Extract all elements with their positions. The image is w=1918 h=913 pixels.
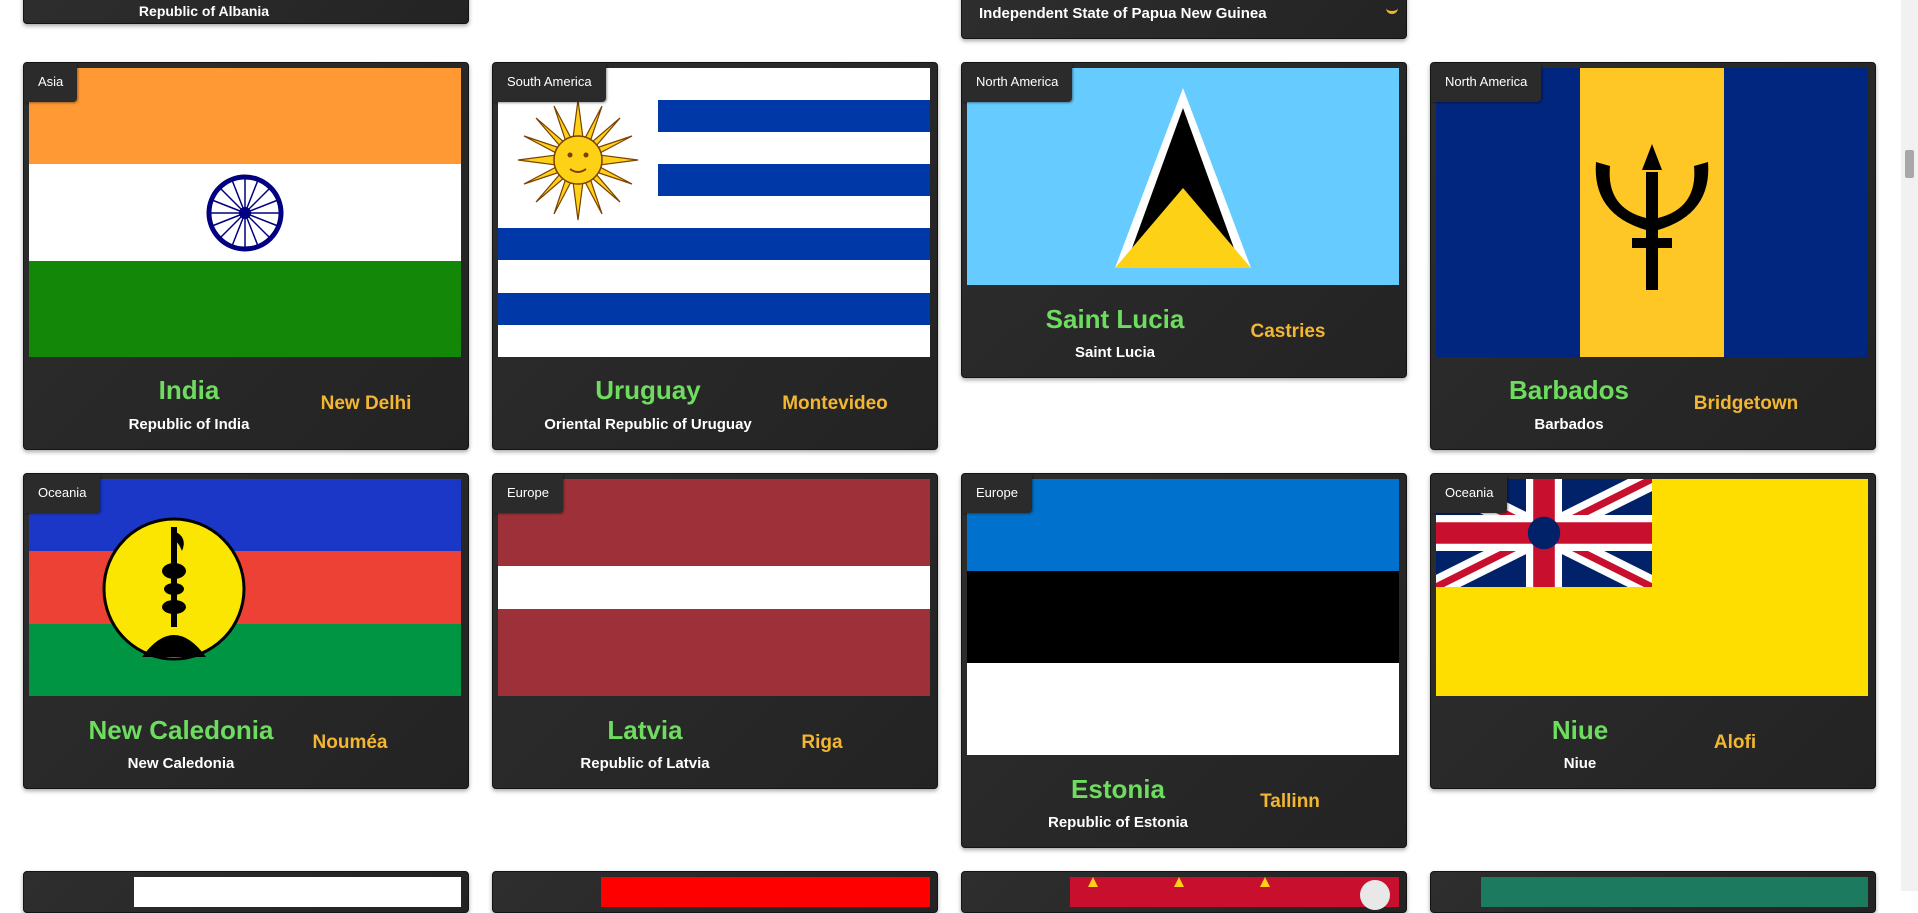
- barbados-flag: [1436, 68, 1868, 357]
- country-card-partial[interactable]: Republic of Albania: [23, 0, 469, 24]
- capital-name: Alofi: [1713, 732, 1757, 753]
- capital-name: Tallinn: [1260, 791, 1320, 812]
- region-badge: Europe: [962, 474, 1032, 513]
- india-flag: [29, 68, 461, 357]
- uruguay-flag: [498, 68, 930, 357]
- country-card-partial[interactable]: [23, 871, 469, 913]
- capital-name: Castries: [1250, 321, 1326, 342]
- region-badge: Europe: [493, 474, 563, 513]
- country-card-partial[interactable]: [961, 871, 1407, 913]
- official-name: Republic of Estonia: [1047, 814, 1188, 831]
- country-card[interactable]: North America Saint Lucia Saint Lucia Ca…: [961, 62, 1407, 378]
- capital-fragment: [1386, 1, 1398, 14]
- region-badge: Oceania: [24, 474, 101, 513]
- capital-name: New Delhi: [320, 393, 412, 414]
- country-card-partial[interactable]: [492, 871, 938, 913]
- official-name: Republic of India: [128, 416, 250, 433]
- chakra-icon: [206, 174, 284, 252]
- official-name: Niue: [1563, 755, 1597, 772]
- region-badge: Oceania: [1431, 474, 1508, 513]
- country-card[interactable]: Europe Latvia Republic of Latvia Riga: [492, 473, 938, 789]
- country-card-partial[interactable]: Independent State of Papua New Guinea: [961, 0, 1407, 39]
- country-card[interactable]: Oceania New Caledonia New Caledonia Noum…: [23, 473, 469, 789]
- flag-partial: [1481, 877, 1868, 907]
- capital-name: Bridgetown: [1693, 393, 1799, 414]
- country-name: Barbados: [1509, 375, 1629, 405]
- latvia-flag: [498, 479, 930, 696]
- country-name: Uruguay: [595, 375, 701, 405]
- capital-name: Riga: [801, 732, 843, 753]
- country-card[interactable]: South America Uruguay Oriental Republic …: [492, 62, 938, 450]
- country-card[interactable]: Europe Estonia Republic of Estonia Talli…: [961, 473, 1407, 848]
- trident-icon: [1595, 144, 1709, 290]
- official-name: Barbados: [1534, 416, 1604, 433]
- sun-of-may-icon: [517, 99, 639, 221]
- official-name: Independent State of Papua New Guinea: [979, 5, 1267, 22]
- estonia-flag: [967, 479, 1399, 755]
- country-name: India: [158, 375, 220, 405]
- country-card[interactable]: Asia India Republic of India New Delhi: [23, 62, 469, 450]
- region-badge: North America: [962, 63, 1073, 102]
- region-badge: South America: [493, 63, 606, 102]
- flag-partial: [601, 877, 930, 907]
- saint-lucia-triangles-icon: [1115, 88, 1251, 268]
- region-badge: North America: [1431, 63, 1542, 102]
- official-name: Oriental Republic of Uruguay: [544, 416, 752, 433]
- country-card-partial[interactable]: [1430, 871, 1876, 913]
- flag-partial: [1070, 877, 1399, 910]
- kanak-emblem-icon: [102, 517, 246, 661]
- country-card[interactable]: North America Barbados Barbados Bridgeto…: [1430, 62, 1876, 450]
- flag-partial: [134, 877, 461, 907]
- official-name: Saint Lucia: [1074, 344, 1156, 361]
- capital-name: Montevideo: [782, 393, 888, 414]
- vertical-scrollbar[interactable]: [1901, 0, 1918, 891]
- country-card[interactable]: Oceania Niue Niue Alofi: [1430, 473, 1876, 789]
- country-name: Latvia: [607, 715, 683, 745]
- official-name: New Caledonia: [127, 755, 235, 772]
- official-name: Republic of Latvia: [580, 755, 710, 772]
- capital-name: Nouméa: [312, 732, 388, 753]
- region-badge: Asia: [24, 63, 78, 102]
- official-name: Republic of Albania: [138, 3, 270, 19]
- scrollbar-thumb[interactable]: [1905, 150, 1914, 178]
